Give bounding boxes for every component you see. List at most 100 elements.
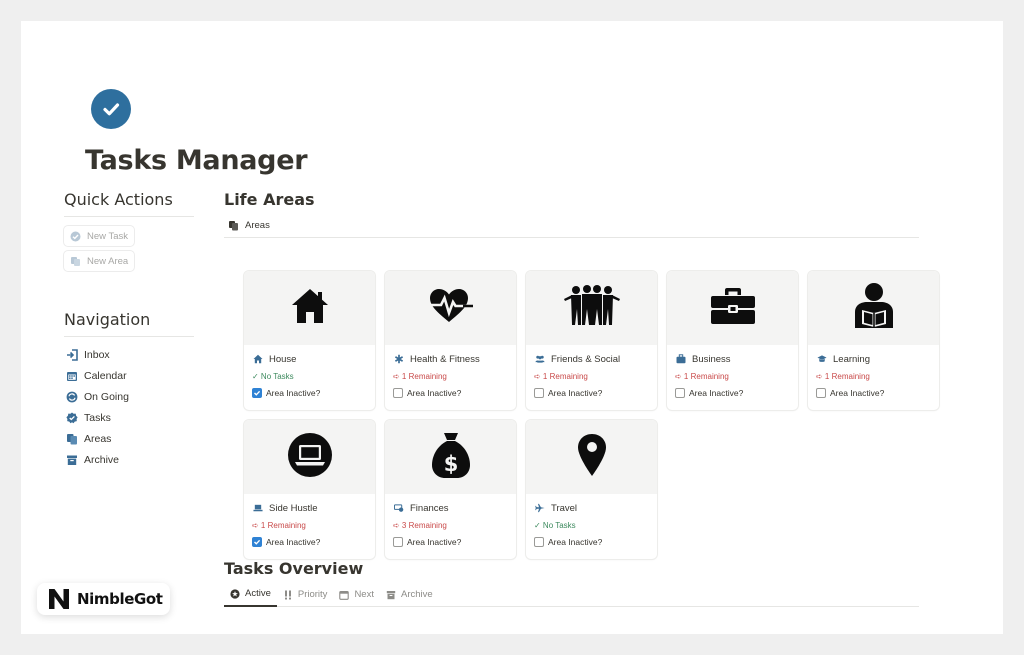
area-status: ➪ 1 Remaining bbox=[816, 372, 870, 381]
check-circle-icon[interactable] bbox=[91, 89, 131, 129]
area-name: House bbox=[269, 353, 297, 365]
area-status: ➪ 1 Remaining bbox=[534, 372, 588, 381]
area-card-health-fitness[interactable]: Health & Fitness ➪ 1 Remaining Area Inac… bbox=[385, 271, 516, 410]
laptop-icon bbox=[253, 503, 263, 513]
nav-item-label: On Going bbox=[84, 390, 129, 403]
tab-active[interactable]: Active bbox=[224, 583, 277, 607]
nav-item-label: Tasks bbox=[84, 411, 111, 424]
tab-archive[interactable]: Archive bbox=[380, 583, 439, 607]
double-exclamation-icon bbox=[283, 590, 293, 600]
briefcase-icon bbox=[676, 354, 686, 364]
star-circle-icon bbox=[230, 588, 240, 599]
archive-icon bbox=[386, 590, 396, 600]
map-pin-icon bbox=[577, 433, 607, 482]
area-status: ✓ No Tasks bbox=[252, 372, 294, 381]
asterisk-icon bbox=[394, 354, 404, 364]
card-cover bbox=[244, 420, 375, 494]
navigation-heading: Navigation bbox=[64, 310, 194, 337]
area-name: Travel bbox=[551, 502, 578, 514]
group-icon bbox=[563, 284, 621, 332]
area-inactive-checkbox[interactable] bbox=[393, 537, 403, 547]
tab-label: Archive bbox=[400, 589, 433, 600]
inbox-icon bbox=[66, 348, 78, 361]
area-inactive-label: Area Inactive? bbox=[407, 388, 462, 398]
tab-priority[interactable]: Priority bbox=[277, 583, 334, 607]
card-cover bbox=[526, 271, 657, 345]
airplane-icon bbox=[535, 503, 545, 513]
area-name: Finances bbox=[410, 502, 449, 514]
area-name: Business bbox=[692, 353, 731, 365]
card-cover bbox=[385, 271, 516, 345]
quick-actions-section: Quick Actions New Task New Area bbox=[64, 190, 194, 274]
area-card-side-hustle[interactable]: Side Hustle ➪ 1 Remaining Area Inactive? bbox=[244, 420, 375, 559]
copy-icon bbox=[70, 256, 81, 267]
page-title: Tasks Manager bbox=[85, 145, 308, 176]
area-inactive-label: Area Inactive? bbox=[830, 388, 885, 398]
area-status: ➪ 1 Remaining bbox=[393, 372, 447, 381]
area-inactive-checkbox[interactable] bbox=[816, 388, 826, 398]
money-bag-icon: $ bbox=[431, 431, 471, 484]
tasks-overview-heading: Tasks Overview bbox=[224, 559, 364, 578]
life-areas-section: Life Areas Areas bbox=[224, 190, 919, 238]
graduation-cap-icon bbox=[817, 354, 827, 364]
tab-label: Priority bbox=[297, 589, 328, 600]
area-inactive-checkbox[interactable] bbox=[534, 537, 544, 547]
area-inactive-label: Area Inactive? bbox=[548, 388, 603, 398]
house-icon bbox=[290, 287, 330, 330]
people-icon bbox=[535, 354, 545, 364]
nav-item-tasks[interactable]: Tasks bbox=[64, 407, 194, 428]
tab-label: Active bbox=[245, 588, 271, 599]
tab-label: Next bbox=[354, 589, 374, 600]
area-inactive-checkbox[interactable] bbox=[252, 537, 262, 547]
calendar-icon bbox=[66, 370, 78, 382]
calendar-icon bbox=[339, 590, 350, 600]
tasks-overview-tabs: Active Priority Next Archive bbox=[224, 583, 919, 607]
area-card-finances[interactable]: $ Finances ➪ 3 Remaining Area Inactive? bbox=[385, 420, 516, 559]
nav-item-archive[interactable]: Archive bbox=[64, 449, 194, 470]
quick-actions-heading: Quick Actions bbox=[64, 190, 194, 217]
area-card-friends-social[interactable]: Friends & Social ➪ 1 Remaining Area Inac… bbox=[526, 271, 657, 410]
nav-item-label: Calendar bbox=[84, 369, 127, 382]
area-card-house[interactable]: House ✓ No Tasks Area Inactive? bbox=[244, 271, 375, 410]
tasks-overview-section: Tasks Overview Active Priority Next Arch… bbox=[224, 559, 919, 607]
nav-item-calendar[interactable]: Calendar bbox=[64, 365, 194, 386]
tab-areas[interactable]: Areas bbox=[245, 220, 270, 231]
check-badge-icon bbox=[66, 412, 78, 424]
card-cover: $ bbox=[385, 420, 516, 494]
cash-icon bbox=[394, 503, 404, 513]
new-area-button[interactable]: New Area bbox=[64, 251, 134, 271]
navigation-section: Navigation Inbox Calendar On Going Tasks… bbox=[64, 310, 194, 470]
svg-text:$: $ bbox=[443, 452, 458, 476]
tab-next[interactable]: Next bbox=[333, 583, 380, 607]
check-badge-icon bbox=[70, 231, 81, 242]
nav-item-areas[interactable]: Areas bbox=[64, 428, 194, 449]
life-areas-view-tabs: Areas bbox=[224, 214, 919, 238]
area-inactive-checkbox[interactable] bbox=[534, 388, 544, 398]
area-inactive-checkbox[interactable] bbox=[393, 388, 403, 398]
nav-item-label: Archive bbox=[84, 453, 120, 466]
card-cover bbox=[526, 420, 657, 494]
life-areas-heading: Life Areas bbox=[224, 190, 315, 209]
area-status: ✓ No Tasks bbox=[534, 521, 576, 530]
area-status: ➪ 1 Remaining bbox=[252, 521, 306, 530]
area-card-travel[interactable]: Travel ✓ No Tasks Area Inactive? bbox=[526, 420, 657, 559]
new-task-button[interactable]: New Task bbox=[64, 226, 134, 246]
area-inactive-checkbox[interactable] bbox=[252, 388, 262, 398]
nav-item-inbox[interactable]: Inbox bbox=[64, 344, 194, 365]
copy-icon bbox=[66, 433, 78, 445]
area-inactive-label: Area Inactive? bbox=[266, 388, 321, 398]
area-card-learning[interactable]: Learning ➪ 1 Remaining Area Inactive? bbox=[808, 271, 939, 410]
area-inactive-checkbox[interactable] bbox=[675, 388, 685, 398]
nav-item-on-going[interactable]: On Going bbox=[64, 386, 194, 407]
sync-icon bbox=[66, 391, 78, 403]
area-inactive-label: Area Inactive? bbox=[407, 537, 462, 547]
area-status: ➪ 1 Remaining bbox=[675, 372, 729, 381]
card-cover bbox=[244, 271, 375, 345]
area-status: ➪ 3 Remaining bbox=[393, 521, 447, 530]
heartbeat-icon bbox=[427, 288, 475, 329]
card-cover bbox=[808, 271, 939, 345]
new-area-label: New Area bbox=[87, 255, 129, 267]
card-cover bbox=[667, 271, 798, 345]
area-card-business[interactable]: Business ➪ 1 Remaining Area Inactive? bbox=[667, 271, 798, 410]
new-task-label: New Task bbox=[87, 230, 129, 242]
